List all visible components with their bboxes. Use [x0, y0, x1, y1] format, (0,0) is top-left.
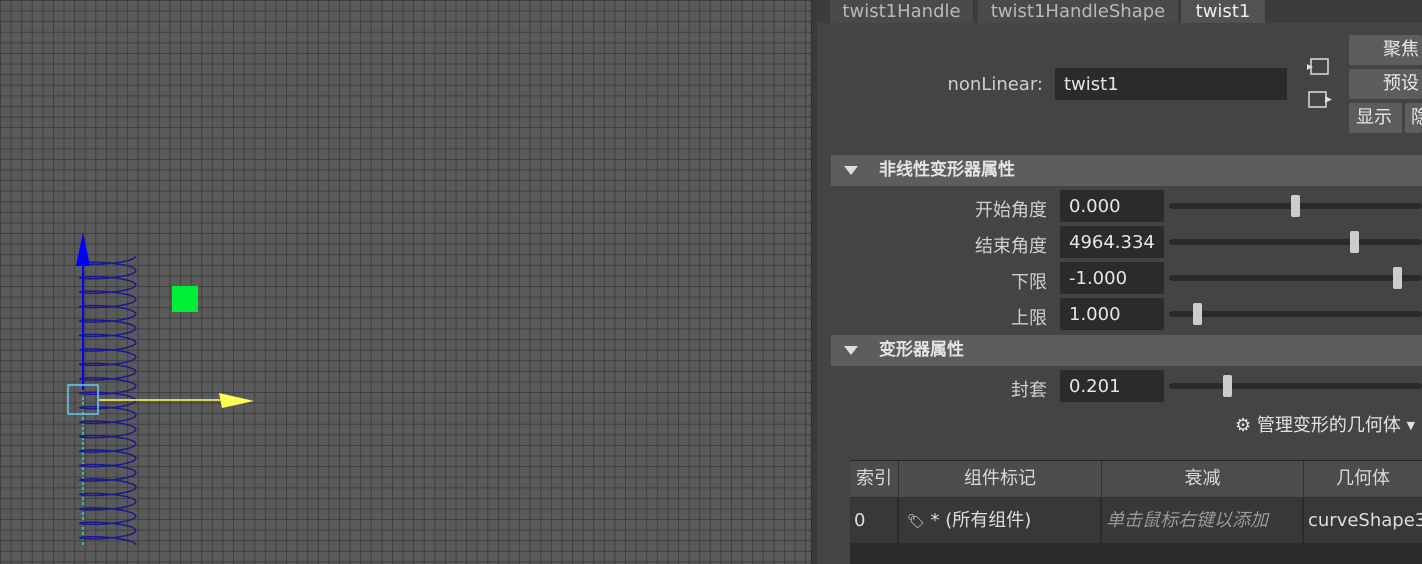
output-connection-icon	[1308, 91, 1327, 108]
low-bound-label: 下限	[1011, 272, 1047, 293]
column-header-falloff[interactable]: 衰减	[1102, 461, 1304, 498]
row-index-cell: 0	[850, 498, 898, 543]
envelope-label: 封套	[1011, 380, 1047, 401]
column-header-index[interactable]: 索引	[850, 461, 899, 498]
node-name-field[interactable]	[1055, 68, 1287, 100]
manipulator-x-arrow-icon	[219, 393, 254, 408]
gear-icon: ⚙	[1235, 415, 1252, 436]
envelope-slider[interactable]	[1169, 375, 1422, 397]
column-header-geometry[interactable]: 几何体	[1304, 461, 1422, 498]
end-angle-slider[interactable]	[1169, 231, 1422, 253]
end-angle-field[interactable]	[1060, 226, 1164, 258]
high-bound-slider[interactable]	[1169, 303, 1422, 325]
manage-geometry-label: 管理变形的几何体	[1256, 415, 1401, 436]
focus-button[interactable]: 聚焦	[1349, 35, 1422, 65]
slider-thumb[interactable]	[1349, 231, 1359, 253]
input-connection-icon	[1310, 58, 1329, 75]
slider-thumb[interactable]	[1222, 375, 1232, 397]
row-geometry-cell: curveShape3	[1304, 498, 1422, 543]
attribute-editor: twist1Handle twist1HandleShape twist1 no…	[817, 0, 1422, 564]
viewport-scene	[67, 232, 254, 546]
manipulator-y-arrow-icon	[76, 232, 90, 266]
geometry-table: 索引 组件标记 衰减 几何体 0 🏷 * (所有组件) 单击鼠标右键以添加 cu…	[850, 460, 1422, 564]
tab-twist1handle[interactable]: twist1Handle	[830, 0, 974, 23]
presets-button[interactable]: 预设	[1349, 69, 1422, 99]
start-angle-label: 开始角度	[975, 200, 1047, 221]
section-title: 非线性变形器属性	[879, 160, 1015, 180]
collapse-triangle-icon	[844, 166, 858, 175]
row-falloff-cell[interactable]: 单击鼠标右键以添加	[1102, 498, 1303, 543]
viewport-panel[interactable]	[0, 0, 811, 564]
start-angle-field[interactable]	[1060, 190, 1164, 222]
section-nonlinear-attributes[interactable]: 非线性变形器属性	[831, 155, 1422, 186]
end-angle-label: 结束角度	[975, 236, 1047, 257]
start-angle-slider[interactable]	[1169, 195, 1422, 217]
high-bound-label: 上限	[1011, 308, 1047, 329]
show-button[interactable]: 显示	[1349, 103, 1402, 133]
collapse-triangle-icon	[844, 346, 858, 355]
row-tag-cell[interactable]: 🏷 * (所有组件)	[899, 498, 1101, 543]
input-output-icons	[1307, 58, 1332, 108]
slider-thumb[interactable]	[1193, 303, 1203, 325]
low-bound-slider[interactable]	[1169, 267, 1422, 289]
node-type-label: nonLinear:	[947, 74, 1043, 95]
low-bound-field[interactable]	[1060, 262, 1164, 294]
envelope-field[interactable]	[1060, 370, 1164, 402]
hide-button[interactable]: 隐	[1405, 103, 1422, 133]
tab-twist1[interactable]: twist1	[1181, 0, 1266, 23]
high-bound-field[interactable]	[1060, 298, 1164, 330]
section-title: 变形器属性	[879, 340, 964, 360]
manage-geometry-menu[interactable]: ⚙ 管理变形的几何体 ▼	[1235, 414, 1415, 438]
dropdown-arrow-icon: ▼	[1406, 419, 1416, 432]
slider-thumb[interactable]	[1291, 195, 1300, 217]
row-tag-text: * (所有组件)	[930, 510, 1032, 531]
node-tabs: twist1Handle twist1HandleShape twist1	[817, 0, 1422, 23]
section-deformer-attributes[interactable]: 变形器属性	[831, 335, 1422, 366]
slider-thumb[interactable]	[1393, 267, 1403, 289]
tag-icon: 🏷	[907, 514, 925, 530]
deformer-handle-icon	[172, 286, 198, 312]
column-header-component-tag[interactable]: 组件标记	[899, 461, 1102, 498]
tab-twist1handleshape[interactable]: twist1HandleShape	[978, 0, 1179, 23]
